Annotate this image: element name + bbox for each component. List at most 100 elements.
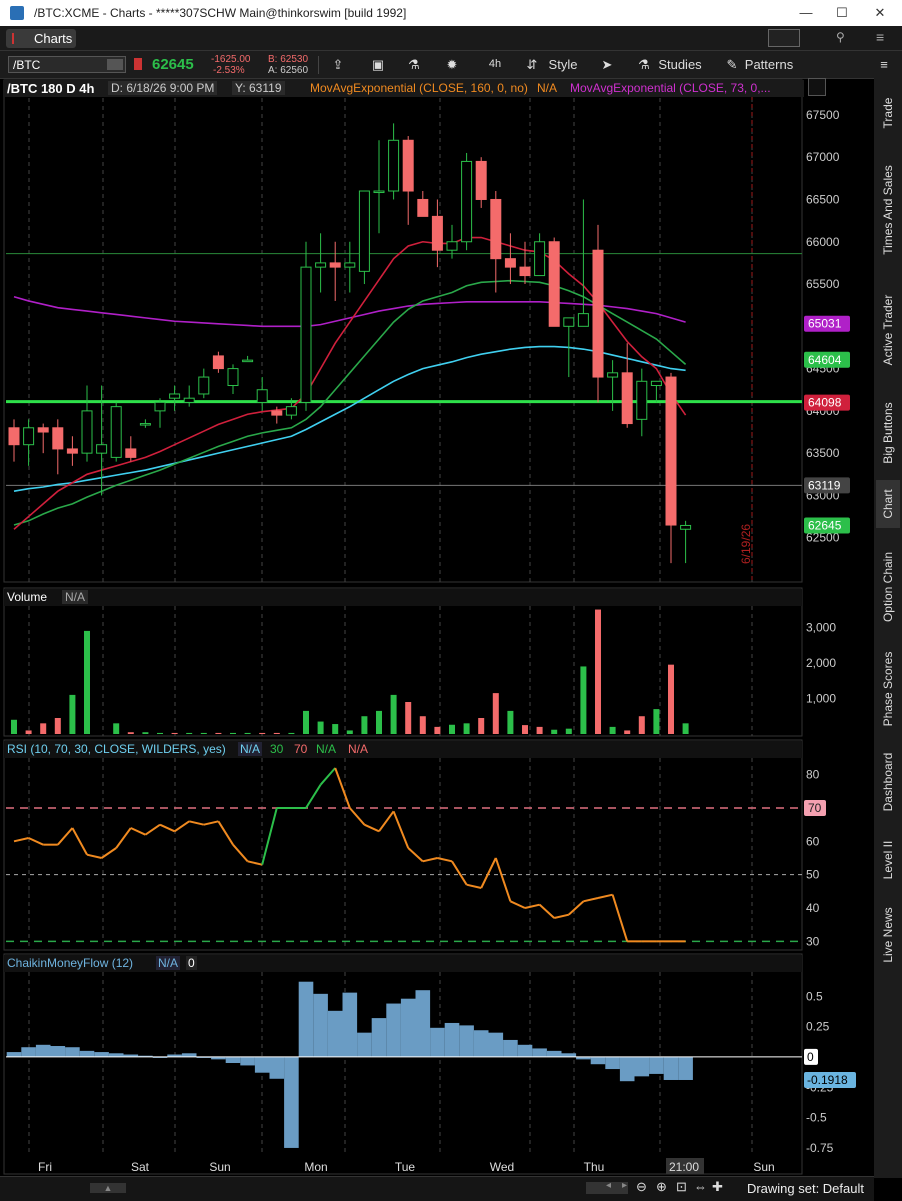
share-icon[interactable]: ⇪ [326, 54, 350, 75]
ema73-study-label[interactable]: MovAvgExponential (CLOSE, 73, 0,... [570, 81, 771, 95]
rsi-study-label[interactable]: RSI (10, 70, 30, CLOSE, WILDERS, yes) [7, 742, 226, 756]
volume-bar [346, 730, 353, 734]
chart-canvas[interactable]: 6750067000665006600065500650006450064000… [0, 78, 874, 1176]
flask-icon[interactable]: ⚗ [402, 54, 426, 75]
scroll-left-icon[interactable]: ◂ [606, 1180, 611, 1191]
rsi-tick-label: 50 [806, 868, 820, 882]
x-axis-label: Fri [38, 1160, 52, 1174]
vol-panel-frame [3, 587, 803, 737]
candle-body [66, 448, 78, 454]
candle-body [373, 190, 385, 194]
rsi-line-segment [583, 897, 599, 903]
chart-settings-icon[interactable] [808, 78, 826, 96]
maximize-button[interactable]: ☐ [822, 2, 862, 24]
menu-icon[interactable]: ≡ [876, 54, 892, 75]
zoom-in-icon[interactable]: ⊕ [656, 1179, 667, 1195]
bottom-bar: ▲ ◂ ▸ ⊖ ⊕ ⊡ ⇔ ✚ Drawing set: Default [0, 1176, 874, 1201]
candle-body [212, 355, 224, 370]
link-color-icon[interactable] [134, 58, 142, 70]
fit-icon[interactable]: ⊡ [676, 1179, 687, 1195]
expand-handle[interactable]: ▲ [90, 1183, 126, 1193]
scroll-right-icon[interactable]: ▸ [622, 1180, 627, 1191]
snapshot-icon[interactable]: ▣ [366, 54, 390, 75]
toolbar-divider [318, 56, 319, 74]
sidebar-tab-dashboard[interactable]: Dashboard [876, 736, 900, 828]
price-label-text: 65031 [808, 317, 842, 331]
sidebar-tab-label: Option Chain [881, 551, 895, 623]
cursor-icon[interactable]: ➤ [598, 54, 616, 75]
sidebar-tab-trade[interactable]: Trade [876, 80, 900, 146]
rsi-line-segment [71, 827, 88, 856]
patterns-button[interactable]: Patterns [742, 54, 796, 75]
rsi-line-segment [494, 857, 512, 902]
sidebar-tab-option-chain[interactable]: Option Chain [876, 532, 900, 642]
cmf-bar [79, 1050, 95, 1057]
cmf-bar [181, 1053, 197, 1057]
symbol-input[interactable]: /BTC [8, 56, 126, 73]
sidebar-tab-chart[interactable]: Chart [876, 480, 900, 528]
gear-icon[interactable]: ✹ [440, 54, 464, 75]
price-tick-label: 67500 [806, 108, 840, 122]
minimize-button[interactable]: — [786, 2, 826, 24]
close-button[interactable]: ✕ [860, 2, 900, 24]
cmf-bar [590, 1056, 606, 1065]
cmf-bar [459, 1025, 474, 1057]
timeframe-button[interactable]: 4h [480, 54, 510, 75]
rsi-tick-label: 60 [806, 834, 820, 848]
sidebar-tab-live-news[interactable]: Live News [876, 892, 900, 978]
volume-bar [157, 732, 163, 734]
sidebar-tab-level-ii[interactable]: Level II [876, 832, 900, 888]
pin-icon[interactable]: ⚲ [836, 30, 845, 44]
rsi-line-segment [392, 810, 410, 849]
rsi-line-segment [130, 827, 146, 836]
cmf-bar [473, 1030, 489, 1057]
volume-bar [259, 732, 266, 734]
rsi-line-segment [553, 913, 570, 919]
candle-body [183, 397, 195, 403]
drawing-set-label[interactable]: Drawing set: Default [747, 1181, 864, 1196]
candle-body [125, 448, 137, 458]
sidebar-tab-big-buttons[interactable]: Big Buttons [876, 390, 900, 476]
ema160-study-label[interactable]: MovAvgExponential (CLOSE, 160, 0, no) [310, 81, 528, 95]
rsi-line-segment [261, 807, 278, 865]
rsi-line-segment [86, 853, 102, 859]
chart-toolbar: /BTC 62645 -1625.00 -2.53% B: 62530 A: 6… [0, 51, 902, 79]
cmf-study-label[interactable]: ChaikinMoneyFlow (12) [7, 956, 133, 970]
rsi-line-segment [232, 844, 249, 862]
pan-icon[interactable]: ⇔ [694, 1179, 707, 1194]
candle-body [534, 241, 546, 277]
style-button[interactable]: Style [546, 54, 580, 75]
rsi-line-segment [437, 857, 453, 863]
rsi-line-segment [480, 857, 497, 889]
volume-label[interactable]: Volume [7, 590, 47, 604]
volume-bar [609, 726, 616, 734]
menu-icon[interactable]: ≡ [876, 29, 884, 45]
x-axis-label: Sat [131, 1160, 150, 1174]
price-tick-label: 65500 [806, 277, 840, 291]
sidebar-tab-label: Live News [881, 907, 895, 963]
candle-body [198, 376, 210, 395]
sidebar-tab-phase-scores[interactable]: Phase Scores [876, 646, 900, 732]
zoom-out-icon[interactable]: ⊖ [636, 1179, 647, 1195]
volume-bar [215, 732, 222, 734]
tab-charts[interactable]: Charts [6, 29, 76, 48]
x-axis-label: Tue [395, 1160, 416, 1174]
cmf-bar [488, 1032, 504, 1057]
volume-bar [69, 694, 76, 734]
layout-box[interactable] [768, 29, 800, 47]
rsi-line-segment [524, 903, 540, 909]
dropdown-icon[interactable] [107, 59, 123, 70]
volume-bar [492, 693, 499, 734]
sidebar-tab-times-and-sales[interactable]: Times And Sales [876, 150, 900, 270]
rsi-line-segment [538, 903, 555, 919]
volume-panel-header: Volume N/A [4, 589, 802, 606]
sidebar-tab-active-trader[interactable]: Active Trader [876, 274, 900, 386]
cmf-current-badge-text: -0.1918 [807, 1073, 848, 1087]
candle-body [110, 406, 122, 458]
studies-button[interactable]: Studies [656, 54, 704, 75]
cmf-bar [517, 1044, 533, 1057]
net-change: -1625.00 [211, 54, 251, 65]
rsi-line-segment [509, 900, 526, 909]
candle-body [446, 241, 458, 251]
crosshair-icon[interactable]: ✚ [712, 1179, 723, 1195]
